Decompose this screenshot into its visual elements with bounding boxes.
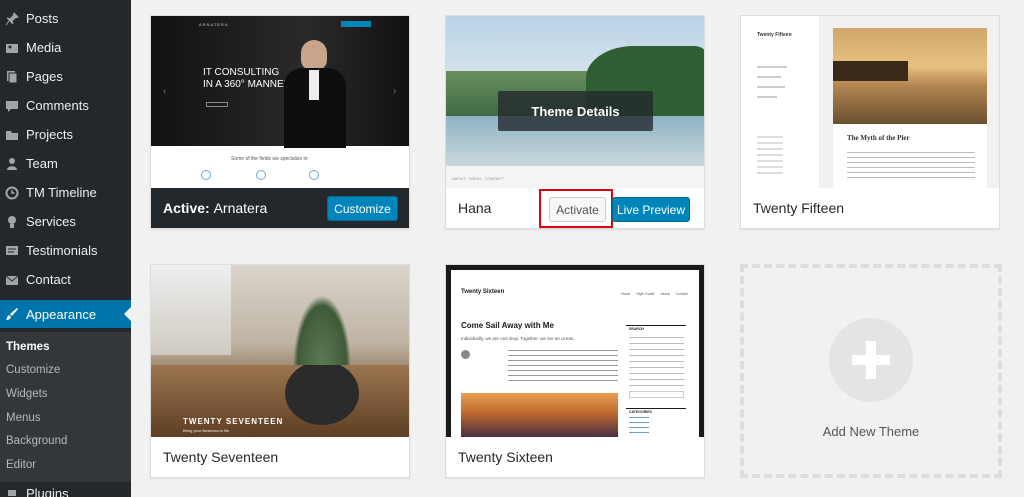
shot-post-title: The Myth of the Pier — [847, 134, 910, 142]
clock-icon — [5, 186, 19, 200]
testimonials-icon — [5, 244, 19, 258]
shot-site-title: Twenty Fifteen — [757, 32, 792, 38]
live-preview-button[interactable]: Live Preview — [612, 197, 690, 222]
theme-name-bar: Twenty Sixteen — [446, 437, 704, 477]
sidebar-item-label: Comments — [26, 98, 89, 113]
sidebar-item-label: Projects — [26, 127, 73, 142]
submenu-menus[interactable]: Menus — [6, 412, 41, 424]
theme-card-twenty-seventeen[interactable]: TWENTY SEVENTEEN Bring your Business to … — [150, 264, 410, 478]
pin-icon — [5, 11, 19, 26]
theme-screenshot: TWENTY SEVENTEEN Bring your Business to … — [151, 265, 409, 437]
sidebar-item-label: Team — [26, 156, 58, 171]
shot-nav: Home Style Guide About Contact — [621, 292, 688, 296]
sidebar-item-label: TM Timeline — [26, 185, 97, 200]
theme-card-twenty-fifteen[interactable]: Twenty Fifteen The Myth of the Pier Twen… — [740, 15, 1000, 229]
submenu-themes[interactable]: Themes — [6, 341, 49, 353]
theme-name-bar: Twenty Seventeen — [151, 437, 409, 477]
plus-icon — [829, 318, 913, 402]
theme-name: Twenty Sixteen — [458, 449, 553, 465]
sidebar-item-team[interactable]: Team — [0, 149, 131, 178]
sidebar-item-contact[interactable]: Contact — [0, 265, 131, 294]
sidebar-item-comments[interactable]: Comments — [0, 91, 131, 120]
sidebar-item-label: Testimonials — [26, 243, 98, 258]
sidebar-item-tm-timeline[interactable]: TM Timeline — [0, 178, 131, 207]
sidebar-item-projects[interactable]: Projects — [0, 120, 131, 149]
sidebar-item-testimonials[interactable]: Testimonials — [0, 236, 131, 265]
sidebar-item-label: Pages — [26, 69, 63, 84]
plug-icon — [5, 486, 19, 497]
add-new-theme-card[interactable]: Add New Theme — [740, 264, 1002, 478]
shot-tagline: Bring your Business to life — [183, 428, 230, 433]
brush-icon — [5, 307, 19, 321]
theme-screenshot: ABOUT · MENU · CONTACT Theme Details — [446, 16, 704, 188]
shot-post-excerpt: Individually, we are one drop. Together,… — [461, 336, 575, 341]
theme-name: Arnatera — [213, 200, 268, 216]
submenu-widgets[interactable]: Widgets — [6, 388, 48, 400]
team-icon — [5, 157, 19, 171]
theme-screenshot: ARNATERA IT CONSULTING IN A 360° MANNER ‹… — [151, 16, 409, 188]
sidebar-item-posts[interactable]: Posts — [0, 4, 131, 33]
theme-name: Hana — [458, 200, 492, 216]
sidebar-item-label: Media — [26, 40, 62, 55]
submenu-customize[interactable]: Customize — [6, 364, 60, 376]
customize-button[interactable]: Customize — [327, 196, 398, 221]
shot-subheading: Some of the fields we specialize in: — [231, 156, 309, 162]
comments-icon — [5, 99, 19, 113]
shot-sidebar-heading: SEARCH — [629, 327, 644, 331]
sidebar-item-label: Services — [26, 214, 76, 229]
lightbulb-icon — [5, 215, 19, 229]
sidebar-item-media[interactable]: Media — [0, 33, 131, 62]
sidebar-item-appearance[interactable]: Appearance — [0, 300, 131, 328]
sidebar-item-plugins[interactable]: Plugins — [0, 486, 131, 497]
shot-site-title: Twenty Sixteen — [461, 289, 505, 295]
theme-screenshot: Twenty Fifteen The Myth of the Pier — [741, 16, 999, 188]
shot-logo: ARNATERA — [199, 22, 229, 27]
media-icon — [5, 41, 19, 55]
appearance-submenu: Themes Customize Widgets Menus Backgroun… — [0, 332, 131, 482]
theme-name: Twenty Fifteen — [753, 200, 845, 216]
theme-card-hana[interactable]: ABOUT · MENU · CONTACT Theme Details Han… — [445, 15, 705, 229]
theme-screenshot: Twenty Sixteen Home Style Guide About Conta… — [446, 265, 704, 437]
shot-title: TWENTY SEVENTEEN — [183, 417, 284, 426]
theme-name: Twenty Seventeen — [163, 449, 279, 465]
sidebar-item-label: Contact — [26, 272, 71, 287]
theme-card-twenty-sixteen[interactable]: Twenty Sixteen Home Style Guide About Conta… — [445, 264, 705, 478]
theme-card-arnatera[interactable]: ARNATERA IT CONSULTING IN A 360° MANNER ‹… — [150, 15, 410, 229]
submenu-background[interactable]: Background — [6, 435, 67, 447]
activate-button[interactable]: Activate — [549, 197, 606, 222]
shot-sidebar-heading: CATEGORIES — [629, 410, 652, 414]
pages-icon — [5, 70, 19, 84]
folder-icon — [5, 128, 19, 142]
sidebar-item-services[interactable]: Services — [0, 207, 131, 236]
mail-icon — [5, 273, 19, 287]
admin-sidebar: Posts Media Pages Comments Projects Team… — [0, 0, 131, 497]
active-prefix: Active: — [163, 200, 210, 216]
sidebar-item-label: Posts — [26, 11, 59, 26]
submenu-editor[interactable]: Editor — [6, 459, 36, 471]
sidebar-item-pages[interactable]: Pages — [0, 62, 131, 91]
shot-heading: IT CONSULTING IN A 360° MANNER — [203, 67, 291, 90]
sidebar-item-label: Appearance — [26, 306, 97, 322]
shot-post-title: Come Sail Away with Me — [461, 321, 554, 330]
theme-details-overlay[interactable]: Theme Details — [498, 91, 653, 131]
add-new-theme-label: Add New Theme — [822, 424, 920, 439]
theme-name-bar: Twenty Fifteen — [741, 188, 999, 228]
sidebar-item-label: Plugins — [26, 486, 69, 497]
